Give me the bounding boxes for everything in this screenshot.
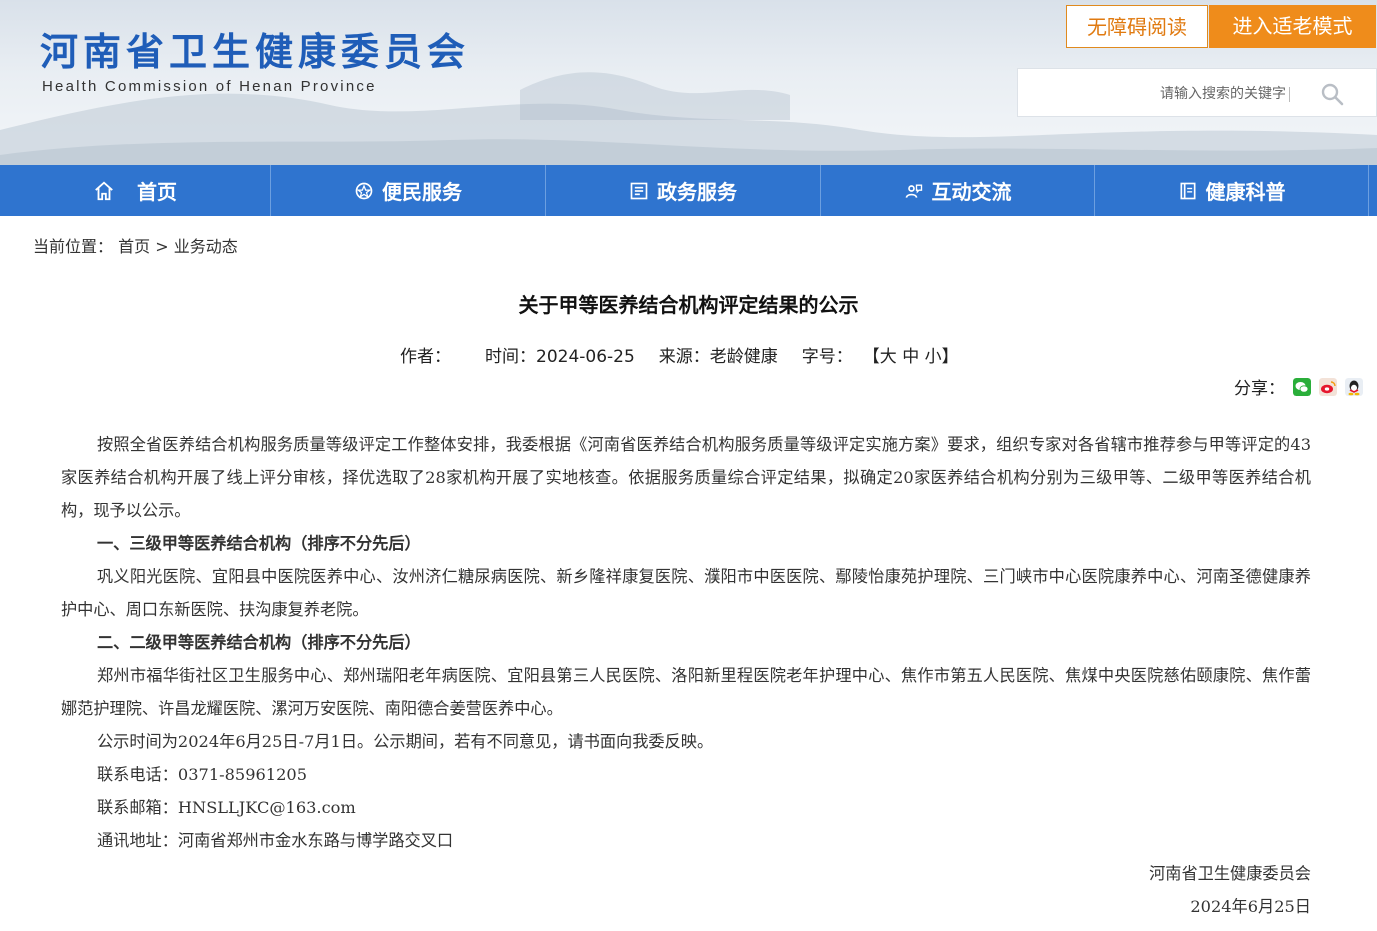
author-label: 作者： bbox=[400, 347, 451, 367]
search-divider bbox=[1289, 87, 1290, 102]
article-paragraph: 一、三级甲等医养结合机构（排序不分先后） bbox=[97, 534, 421, 553]
breadcrumb-current-link[interactable]: 业务动态 bbox=[174, 237, 238, 256]
source-label: 来源： bbox=[658, 347, 710, 367]
font-size-label: 字号： bbox=[801, 347, 853, 367]
qq-icon[interactable] bbox=[1345, 377, 1363, 396]
font-size-large[interactable]: 大 bbox=[880, 347, 897, 367]
search-box bbox=[1017, 68, 1377, 117]
nav-item-label: 健康科普 bbox=[1205, 180, 1286, 204]
breadcrumb: 当前位置： 首页 > 业务动态 bbox=[33, 233, 238, 257]
nav-item-home[interactable]: 首页 bbox=[0, 165, 271, 216]
nav-item-label: 互动交流 bbox=[931, 180, 1012, 204]
font-size-bracket-open: 【 bbox=[862, 347, 880, 367]
time-label: 时间： bbox=[485, 347, 536, 367]
article-title: 关于甲等医养结合机构评定结果的公示 bbox=[518, 293, 859, 317]
search-input[interactable] bbox=[1028, 77, 1288, 111]
nav-item-interaction[interactable]: 互动交流 bbox=[821, 165, 1095, 216]
main-navigation: 首页 便民服务 政务服务 互动交流 健康科普 bbox=[0, 165, 1377, 216]
source-value: 老龄健康 bbox=[709, 347, 778, 367]
share-label: 分享： bbox=[1234, 379, 1285, 399]
accessibility-reading-button[interactable]: 无障碍阅读 bbox=[1066, 5, 1208, 48]
font-size-small[interactable]: 小 bbox=[925, 347, 942, 367]
article-paragraph: 郑州市福华街社区卫生服务中心、郑州瑞阳老年病医院、宜阳县第三人民医院、洛阳新里程… bbox=[61, 666, 1311, 718]
nav-item-government[interactable]: 政务服务 bbox=[546, 165, 821, 216]
publish-date: 2024-06-25 bbox=[536, 347, 635, 367]
nav-item-services[interactable]: 便民服务 bbox=[271, 165, 546, 216]
article-paragraph: 二、二级甲等医养结合机构（排序不分先后） bbox=[97, 633, 421, 652]
weibo-icon[interactable] bbox=[1319, 377, 1337, 396]
breadcrumb-prefix: 当前位置： bbox=[33, 237, 114, 256]
search-icon[interactable] bbox=[1320, 82, 1344, 106]
article-paragraph: 巩义阳光医院、宜阳县中医院医养中心、汝州济仁糖尿病医院、新乡隆祥康复医院、濮阳市… bbox=[61, 567, 1311, 619]
wechat-icon[interactable] bbox=[1293, 377, 1311, 396]
nav-item-label: 便民服务 bbox=[382, 180, 462, 204]
elder-mode-button[interactable]: 进入适老模式 bbox=[1209, 5, 1376, 48]
article-meta: 作者： 时间：2024-06-25 来源：老龄健康 字号： 【大 中 小】 bbox=[400, 342, 959, 367]
font-size-medium[interactable]: 中 bbox=[902, 347, 919, 367]
nav-item-label: 政务服务 bbox=[657, 180, 737, 204]
breadcrumb-home-link[interactable]: 首页 bbox=[118, 237, 150, 256]
article-paragraph: 通讯地址：河南省郑州市金水东路与博学路交叉口 bbox=[97, 831, 454, 850]
nav-item-label: 首页 bbox=[137, 180, 177, 204]
government-icon bbox=[630, 182, 648, 199]
service-icon bbox=[355, 182, 373, 199]
site-logo-english: Health Commission of Henan Province bbox=[42, 78, 377, 95]
article-paragraph: 联系邮箱：HNSLLJKC@163.com bbox=[97, 798, 356, 817]
nav-filler bbox=[1369, 165, 1377, 216]
home-icon bbox=[95, 181, 113, 200]
article-paragraph: 河南省卫生健康委员会 bbox=[1149, 864, 1311, 883]
article-paragraph: 2024年6月25日 bbox=[1190, 897, 1311, 916]
article-paragraph: 公示时间为2024年6月25日-7月1日。公示期间，若有不同意见，请书面向我委反… bbox=[97, 732, 714, 751]
interaction-icon bbox=[905, 184, 922, 198]
article-body: 按照全省医养结合机构服务质量等级评定工作整体安排，我委根据《河南省医养结合机构服… bbox=[61, 428, 1311, 923]
article-paragraph: 联系电话：0371-85961205 bbox=[97, 765, 307, 784]
article-paragraph: 按照全省医养结合机构服务质量等级评定工作整体安排，我委根据《河南省医养结合机构服… bbox=[61, 435, 1311, 520]
share-bar: 分享： bbox=[1234, 374, 1363, 399]
health-book-icon bbox=[1180, 182, 1195, 199]
breadcrumb-separator: > bbox=[155, 237, 169, 256]
site-logo-chinese[interactable]: 河南省卫生健康委员会 bbox=[40, 28, 470, 76]
nav-item-health-science[interactable]: 健康科普 bbox=[1095, 165, 1369, 216]
font-size-bracket-close: 】 bbox=[941, 347, 959, 367]
